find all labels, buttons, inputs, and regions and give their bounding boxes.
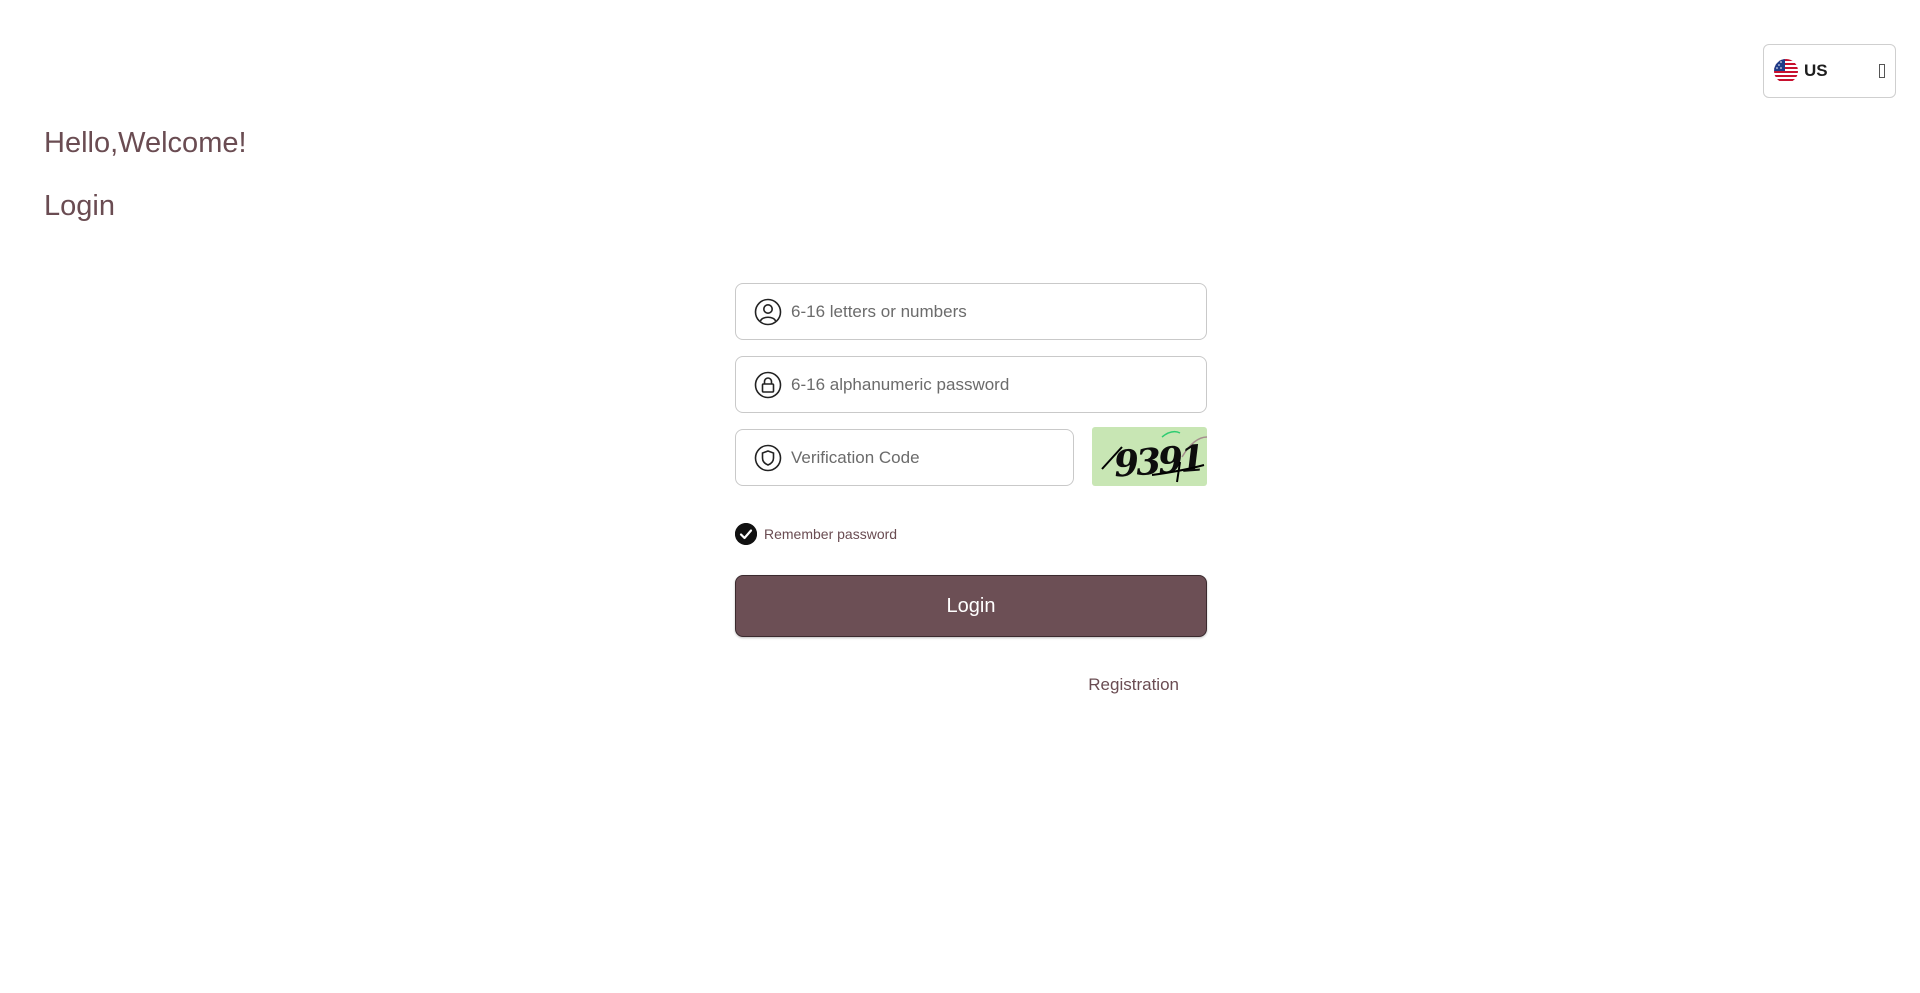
verification-input[interactable] (791, 430, 1073, 485)
username-input[interactable] (791, 284, 1206, 339)
login-page: US Hello,Welcome! Login 6-16 letters or … (0, 0, 1920, 993)
greeting-heading: Hello,Welcome! (44, 127, 247, 159)
login-button[interactable]: Login (735, 575, 1207, 637)
captcha-text: 9391 (1113, 438, 1204, 486)
us-flag-icon (1774, 59, 1798, 83)
page-title: Login (44, 190, 115, 222)
password-input[interactable] (791, 357, 1206, 412)
language-selector[interactable]: US (1763, 44, 1896, 98)
user-icon (754, 298, 782, 325)
remember-password-checkbox[interactable]: Remember password (735, 523, 897, 545)
username-field[interactable] (735, 283, 1207, 340)
remember-password-label: Remember password (764, 526, 898, 542)
dropdown-indicator-icon (1879, 64, 1885, 78)
password-field[interactable] (735, 356, 1207, 413)
registration-link[interactable]: Registration (1088, 675, 1179, 695)
captcha-image[interactable]: 9391 (1092, 427, 1207, 486)
shield-icon (754, 444, 782, 471)
language-code: US (1804, 61, 1828, 80)
verification-field[interactable] (735, 429, 1074, 486)
lock-icon (754, 371, 782, 398)
checkmark-icon (735, 523, 757, 545)
